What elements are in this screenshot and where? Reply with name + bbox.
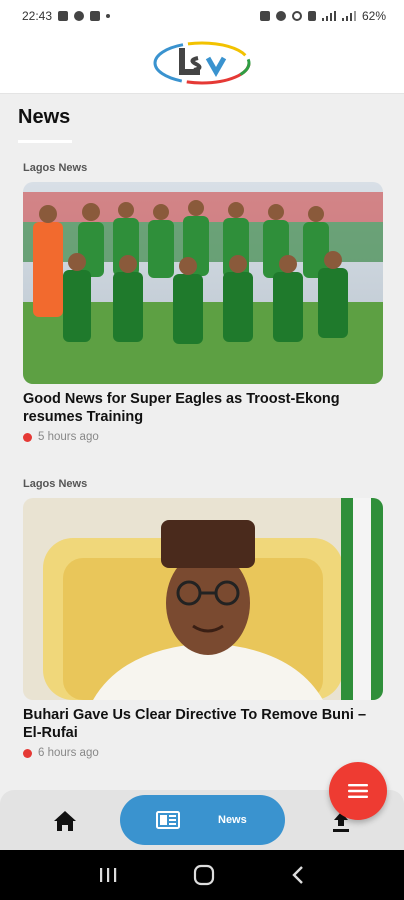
article-meta: 6 hours ago xyxy=(23,747,99,759)
signal-2-icon xyxy=(341,11,356,21)
gallery-icon xyxy=(58,11,69,21)
status-left: 22:43 xyxy=(22,9,111,23)
cloud-icon xyxy=(74,11,85,21)
home-circle-icon[interactable] xyxy=(193,864,215,886)
article-image[interactable] xyxy=(23,182,383,384)
article-headline[interactable]: Good News for Super Eagles as Troost-Eko… xyxy=(23,390,383,426)
nav-home-button[interactable] xyxy=(50,808,80,834)
system-nav-bar xyxy=(0,850,404,900)
lock-icon xyxy=(259,11,270,21)
article-category: Lagos News xyxy=(23,478,88,490)
menu-fab-button[interactable] xyxy=(329,762,387,820)
live-dot-icon xyxy=(23,432,32,442)
status-time: 22:43 xyxy=(22,9,53,23)
home-icon xyxy=(54,811,76,831)
status-right: 62% xyxy=(259,9,386,23)
data-icon xyxy=(307,11,316,21)
recent-apps-icon[interactable] xyxy=(98,866,118,884)
nav-news-label: News xyxy=(218,814,247,826)
app-header xyxy=(0,32,404,94)
notification-dot-icon xyxy=(106,14,111,18)
page-title: News xyxy=(18,106,71,128)
article-meta: 5 hours ago xyxy=(23,431,99,443)
news-feed[interactable]: News Lagos News Good News for Super Eagl… xyxy=(0,94,404,790)
title-underline xyxy=(18,140,72,143)
alarm-icon xyxy=(275,11,286,21)
menu-icon xyxy=(348,784,368,798)
back-icon[interactable] xyxy=(290,865,306,885)
nav-news-button[interactable]: News xyxy=(120,795,285,845)
app-logo xyxy=(152,38,252,88)
article-time: 5 hours ago xyxy=(38,431,99,443)
hotspot-icon xyxy=(291,11,302,21)
article-image[interactable] xyxy=(23,498,383,700)
article-category: Lagos News xyxy=(23,162,88,174)
battery-percent: 62% xyxy=(361,9,386,23)
signal-icon xyxy=(321,11,336,21)
article-headline[interactable]: Buhari Gave Us Clear Directive To Remove… xyxy=(23,706,383,742)
status-bar: 22:43 62% xyxy=(0,0,404,32)
news-icon xyxy=(156,811,180,829)
live-dot-icon xyxy=(23,748,32,758)
article-time: 6 hours ago xyxy=(38,747,99,759)
calendar-icon xyxy=(90,11,101,21)
